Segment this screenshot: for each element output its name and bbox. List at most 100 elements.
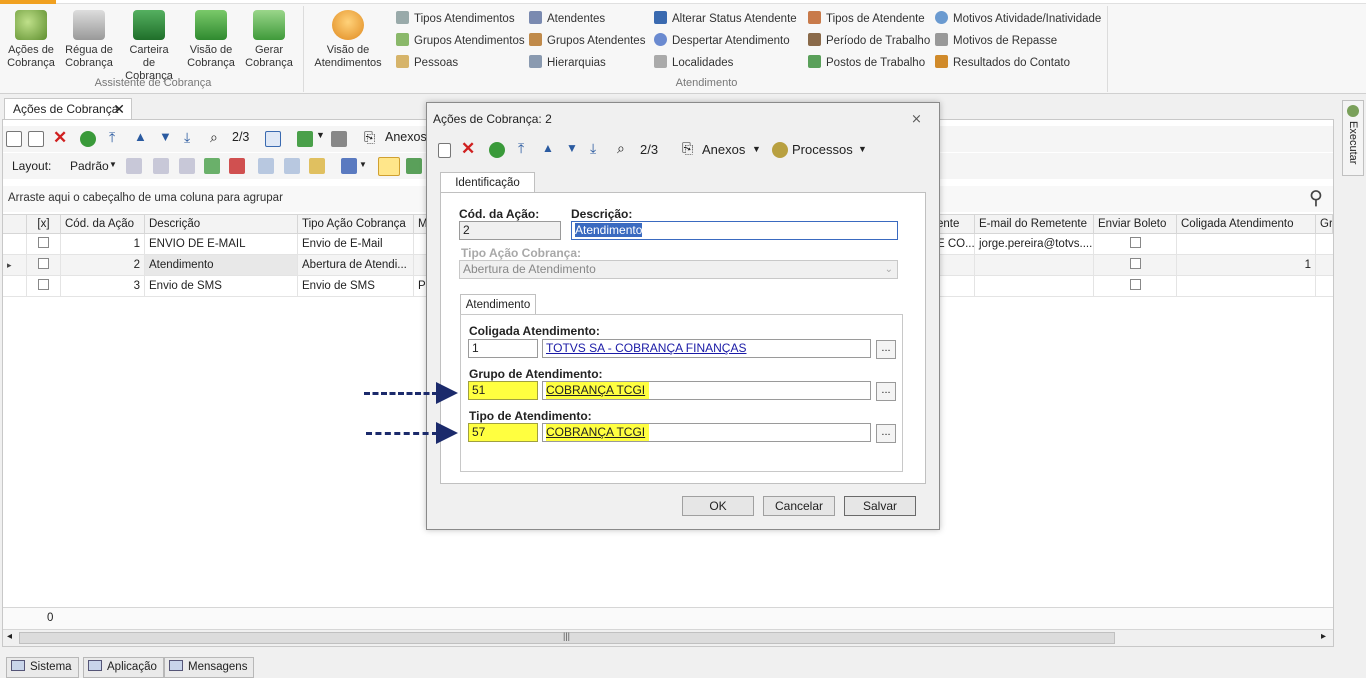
row-checkbox[interactable] bbox=[27, 255, 61, 275]
resultados-contato-button[interactable]: Resultados do Contato bbox=[935, 53, 1070, 73]
acoes-cobranca-button[interactable]: Ações de Cobrança bbox=[4, 8, 58, 74]
filter-icon[interactable] bbox=[258, 158, 274, 174]
new-icon[interactable] bbox=[438, 143, 451, 158]
delete-icon[interactable]: ✕ bbox=[53, 128, 67, 148]
motivos-repasse-button[interactable]: Motivos de Repasse bbox=[935, 31, 1057, 51]
doc-tab-acoes-cobranca[interactable]: Ações de Cobrança ✕ bbox=[4, 98, 132, 120]
gerar-cobranca-button[interactable]: Gerar Cobrança bbox=[242, 8, 296, 74]
header-type[interactable]: Tipo Ação Cobrança bbox=[298, 215, 414, 234]
layout-select[interactable]: Padrão bbox=[70, 159, 109, 173]
delete-icon[interactable]: ✕ bbox=[461, 139, 475, 159]
visao-cobranca-button[interactable]: Visão de Cobrança bbox=[184, 8, 238, 74]
list-view-icon[interactable] bbox=[406, 158, 422, 174]
group-icon[interactable] bbox=[309, 158, 325, 174]
coligada-lookup-button[interactable]: ... bbox=[876, 340, 896, 359]
binoculars-icon[interactable]: ⌕ bbox=[210, 129, 218, 146]
cell-boleto-checkbox[interactable] bbox=[1094, 276, 1177, 296]
ok-button[interactable]: OK bbox=[682, 496, 754, 516]
grid-icon[interactable] bbox=[126, 158, 142, 174]
code-field[interactable]: 2 bbox=[459, 221, 561, 240]
search-icon[interactable]: ⚲ bbox=[1309, 187, 1323, 210]
tipos-atendimentos-button[interactable]: Tipos Atendimentos bbox=[396, 9, 515, 29]
new-icon[interactable] bbox=[6, 131, 22, 147]
chevron-down-icon[interactable]: ▼ bbox=[752, 144, 761, 154]
cancel-button[interactable]: Cancelar bbox=[763, 496, 835, 516]
save-button[interactable]: Salvar bbox=[844, 496, 916, 516]
delete-layout-icon[interactable] bbox=[229, 158, 245, 174]
tipo-lookup-button[interactable]: ... bbox=[876, 424, 896, 443]
form-view-icon[interactable] bbox=[378, 157, 400, 176]
header-email[interactable]: E-mail do Remetente bbox=[975, 215, 1094, 234]
desc-field[interactable]: Atendimento bbox=[571, 221, 898, 240]
close-icon[interactable]: ✕ bbox=[113, 99, 125, 119]
header-boleto[interactable]: Enviar Boleto bbox=[1094, 215, 1177, 234]
periodo-trabalho-button[interactable]: Período de Trabalho bbox=[808, 31, 930, 51]
refresh-icon[interactable] bbox=[489, 142, 505, 158]
header-check[interactable]: [x] bbox=[27, 215, 61, 234]
table-icon[interactable] bbox=[179, 158, 195, 174]
chevron-down-icon[interactable]: ▼ bbox=[109, 160, 117, 169]
refresh-icon[interactable] bbox=[80, 131, 96, 147]
atendentes-button[interactable]: Atendentes bbox=[529, 9, 605, 29]
regua-cobranca-button[interactable]: Régua de Cobrança bbox=[62, 8, 116, 74]
coligada-code-field[interactable]: 1 bbox=[468, 339, 538, 358]
header-desc[interactable]: Descrição bbox=[145, 215, 298, 234]
row-checkbox[interactable] bbox=[27, 276, 61, 296]
row-checkbox[interactable] bbox=[27, 234, 61, 254]
hierarquias-button[interactable]: Hierarquias bbox=[529, 53, 606, 73]
cell-boleto-checkbox[interactable] bbox=[1094, 255, 1177, 275]
visao-atendimentos-button[interactable]: Visão de Atendimentos bbox=[313, 8, 383, 74]
export-icon[interactable] bbox=[297, 131, 313, 147]
edit-icon[interactable] bbox=[28, 131, 44, 147]
close-icon[interactable]: ⨯ bbox=[911, 111, 922, 127]
mensagens-tab[interactable]: Mensagens bbox=[164, 657, 255, 678]
attachments-button[interactable]: Anexos bbox=[385, 130, 427, 144]
chevron-down-icon[interactable]: ▼ bbox=[858, 144, 867, 154]
binoculars-icon[interactable]: ⌕ bbox=[617, 140, 625, 157]
chevron-down-icon[interactable]: ▼ bbox=[316, 130, 325, 140]
cell-boleto-checkbox[interactable] bbox=[1094, 234, 1177, 254]
previous-record-icon[interactable]: ▲ bbox=[542, 141, 554, 155]
last-record-icon[interactable]: ⤓ bbox=[184, 129, 190, 146]
header-coligada[interactable]: Coligada Atendimento bbox=[1177, 215, 1316, 234]
carteira-cobranca-button[interactable]: Carteira de Cobrança bbox=[122, 8, 176, 82]
tipos-atendente-button[interactable]: Tipos de Atendente bbox=[808, 9, 925, 29]
next-record-icon[interactable]: ▼ bbox=[566, 141, 578, 155]
scroll-right-icon[interactable]: ▸ bbox=[1321, 631, 1326, 642]
next-record-icon[interactable]: ▼ bbox=[159, 129, 172, 144]
chart-icon[interactable] bbox=[341, 158, 357, 174]
tipo-name-field[interactable]: COBRANÇA TCGI bbox=[542, 423, 871, 442]
last-record-icon[interactable]: ⤓ bbox=[590, 140, 596, 157]
horizontal-scrollbar[interactable]: ◂ ||| ▸ bbox=[3, 629, 1333, 646]
chevron-down-icon[interactable]: ▼ bbox=[359, 160, 367, 169]
sum-icon[interactable] bbox=[284, 158, 300, 174]
grupo-name-field[interactable]: COBRANÇA TCGI bbox=[542, 381, 871, 400]
columns-icon[interactable] bbox=[153, 158, 169, 174]
postos-trabalho-button[interactable]: Postos de Trabalho bbox=[808, 53, 925, 73]
executar-side-tab[interactable]: Executar bbox=[1342, 100, 1364, 176]
calendar-icon[interactable] bbox=[265, 131, 281, 147]
first-record-icon[interactable]: ⤒ bbox=[109, 129, 115, 146]
save-layout-icon[interactable] bbox=[204, 158, 220, 174]
pessoas-button[interactable]: Pessoas bbox=[396, 53, 458, 73]
tipo-code-field[interactable]: 57 bbox=[468, 423, 538, 442]
first-record-icon[interactable]: ⤒ bbox=[518, 140, 524, 157]
alterar-status-atendente-button[interactable]: Alterar Status Atendente bbox=[654, 9, 797, 29]
previous-record-icon[interactable]: ▲ bbox=[134, 129, 147, 144]
grupo-lookup-button[interactable]: ... bbox=[876, 382, 896, 401]
localidades-button[interactable]: Localidades bbox=[654, 53, 733, 73]
header-code[interactable]: Cód. da Ação bbox=[61, 215, 145, 234]
despertar-atendimento-button[interactable]: Despertar Atendimento bbox=[654, 31, 790, 51]
coligada-name-field[interactable]: TOTVS SA - COBRANÇA FINANÇAS bbox=[542, 339, 871, 358]
tab-identificacao[interactable]: Identificação bbox=[440, 172, 535, 193]
processes-button[interactable]: Processos bbox=[792, 142, 853, 157]
grupos-atendentes-button[interactable]: Grupos Atendentes bbox=[529, 31, 645, 51]
print-icon[interactable] bbox=[331, 131, 347, 147]
scroll-left-icon[interactable]: ◂ bbox=[7, 631, 12, 642]
grupos-atendimentos-button[interactable]: Grupos Atendimentos bbox=[396, 31, 525, 51]
grupo-code-field[interactable]: 51 bbox=[468, 381, 538, 400]
sistema-tab[interactable]: Sistema bbox=[6, 657, 79, 678]
aplicacao-tab[interactable]: Aplicação bbox=[83, 657, 164, 678]
dialog-attachments-button[interactable]: Anexos bbox=[702, 142, 745, 157]
tab-atendimento[interactable]: Atendimento bbox=[460, 294, 536, 315]
